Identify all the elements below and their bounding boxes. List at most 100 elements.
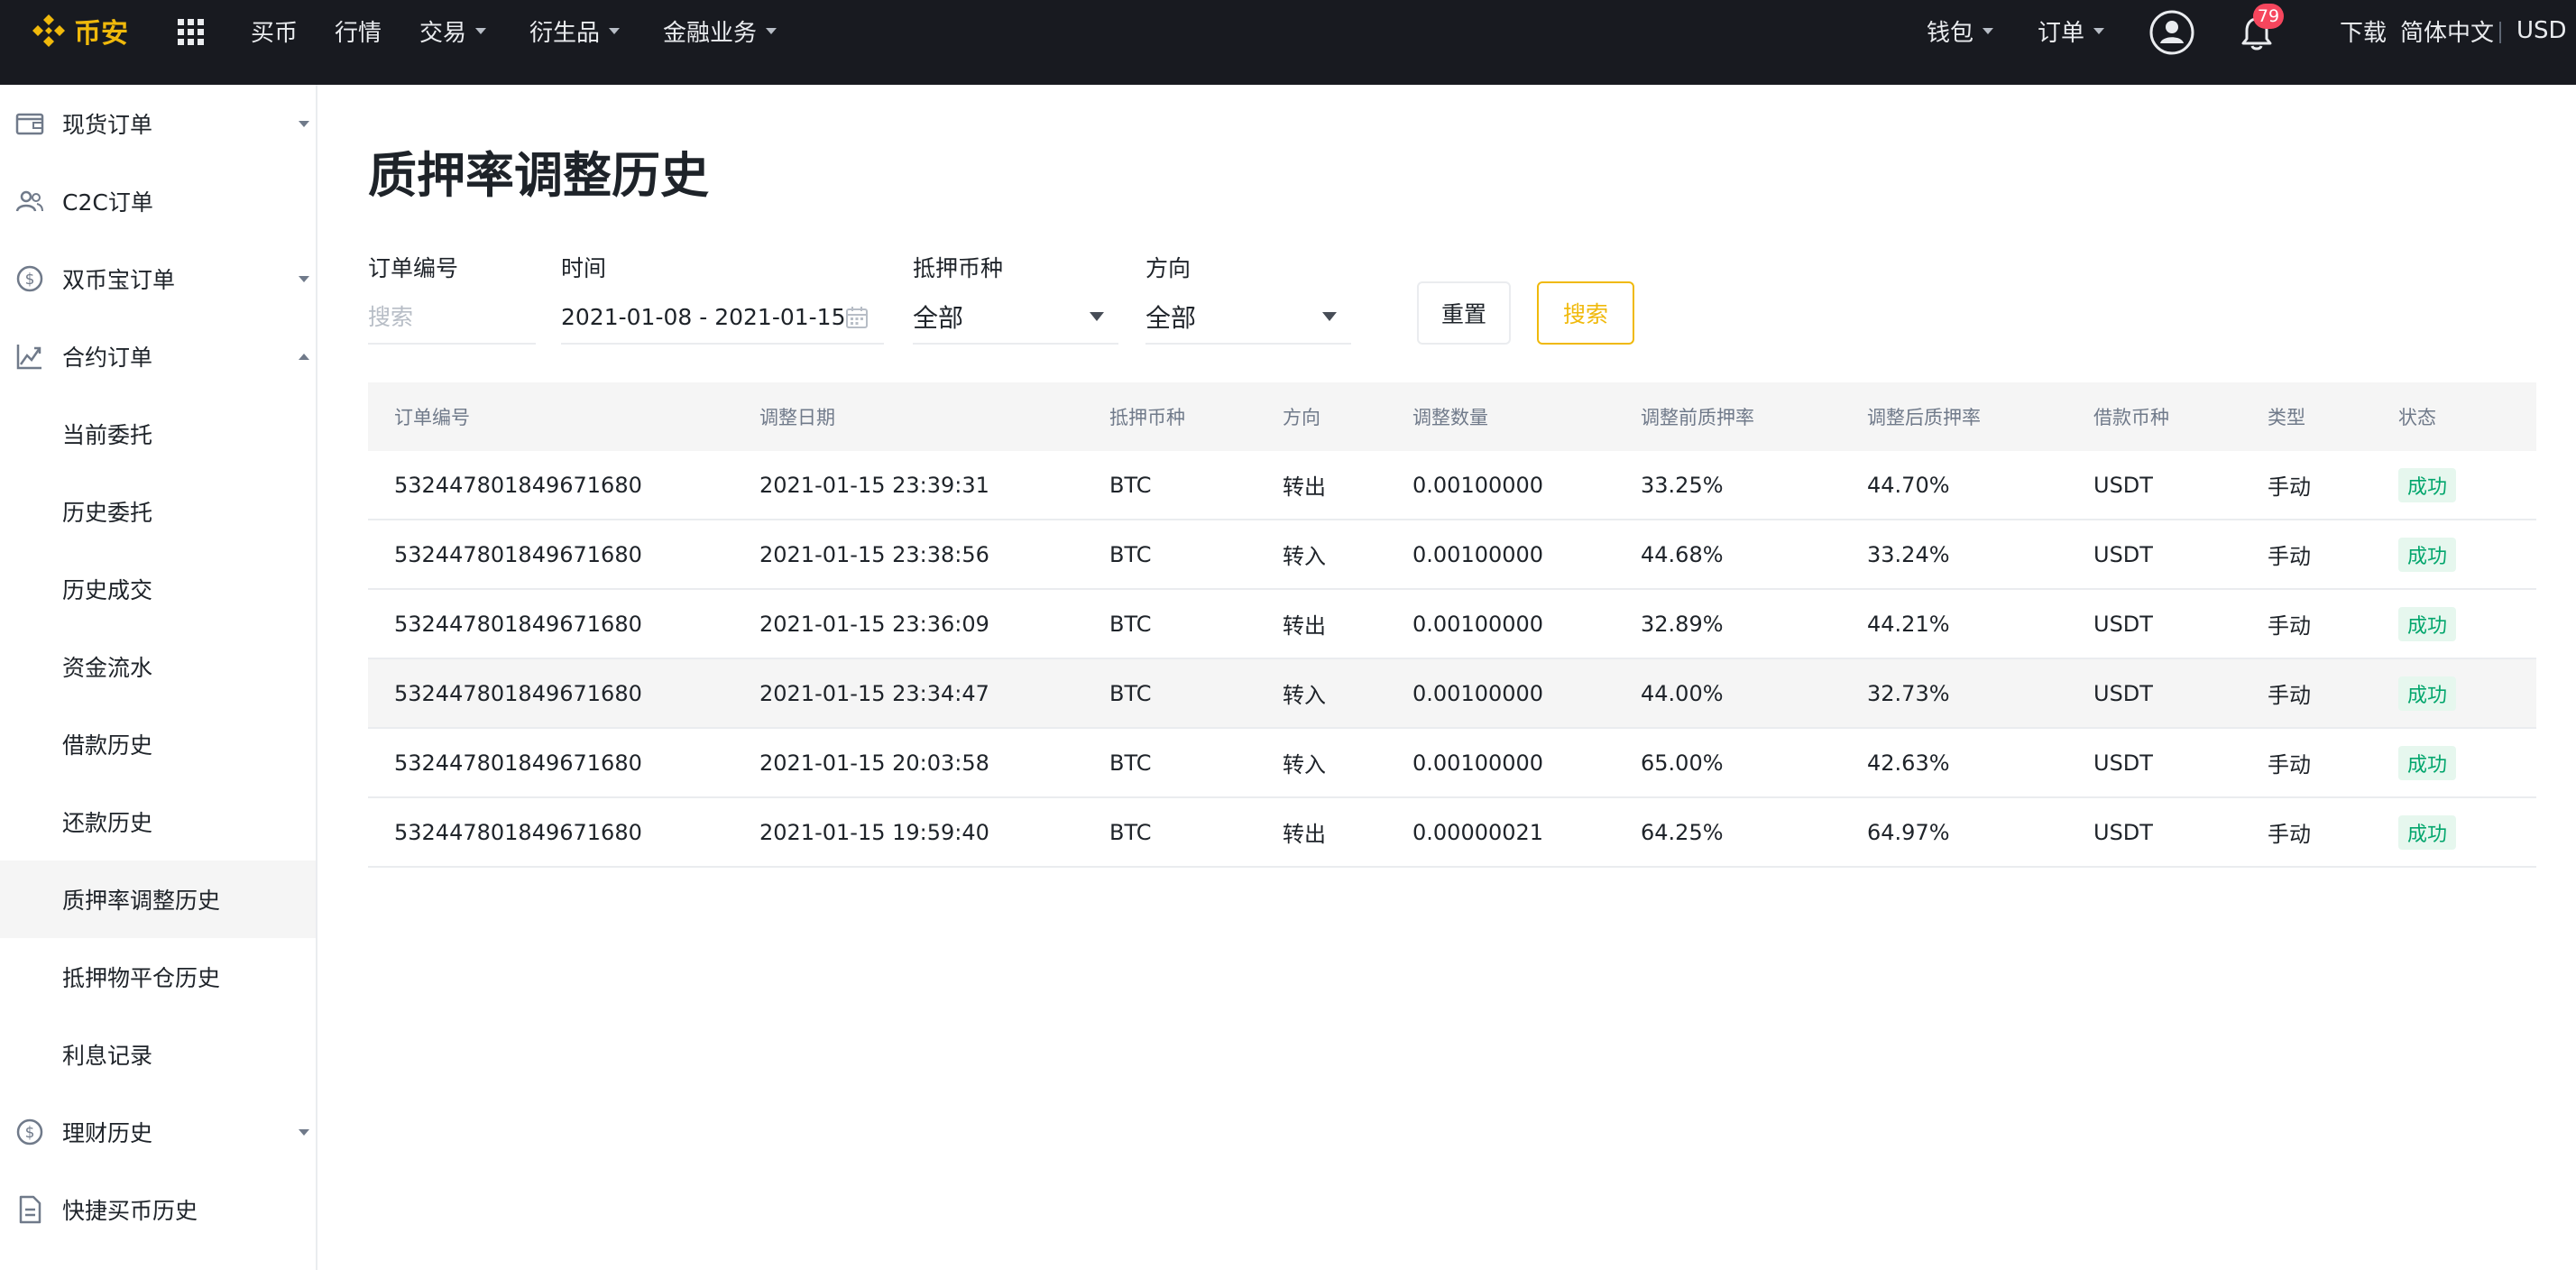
apps-grid-icon[interactable] — [177, 18, 206, 47]
direction-cell: 转出 — [1283, 822, 1326, 847]
order-number-cell: 532447801849671680 — [394, 819, 642, 845]
nav-trade[interactable]: 交易 — [419, 11, 487, 51]
status-badge: 成功 — [2398, 814, 2457, 850]
status-cell: 成功 — [2398, 798, 2457, 866]
table-row[interactable]: 532447801849671680 2021-01-15 23:38:56 B… — [368, 520, 2536, 590]
sidebar-item-label: 双币宝订单 — [62, 267, 176, 293]
status-badge: 成功 — [2398, 676, 2457, 711]
amount-cell: 0.00000021 — [1412, 819, 1544, 845]
type-cell: 手动 — [2268, 544, 2311, 569]
date-cell: 2021-01-15 19:59:40 — [759, 819, 989, 845]
nav-label: USD — [2516, 17, 2567, 44]
search-button[interactable]: 搜索 — [1537, 281, 1634, 345]
sidebar-item-dual-investment-orders[interactable]: $ 双币宝订单 — [0, 240, 316, 318]
nav-download[interactable]: 下载 — [2340, 11, 2387, 51]
loan-coin-cell: USDT — [2093, 541, 2153, 567]
direction-label: 方向 — [1145, 255, 1191, 281]
type-cell: 手动 — [2268, 822, 2311, 847]
sidebar-item-open-orders[interactable]: 当前委托 — [0, 395, 316, 473]
ltv-history-table: 订单编号 调整日期 抵押币种 方向 调整数量 调整前质押率 调整后质押率 借款币… — [368, 382, 2536, 868]
sidebar-item-label: 现货订单 — [62, 112, 153, 138]
nav-orders[interactable]: 订单 — [2038, 11, 2105, 51]
table-row[interactable]: 532447801849671680 2021-01-15 20:03:58 B… — [368, 729, 2536, 798]
sidebar-item-spot-orders[interactable]: 现货订单 — [0, 85, 316, 162]
sidebar-item-borrow-history[interactable]: 借款历史 — [0, 705, 316, 783]
status-badge: 成功 — [2398, 606, 2457, 641]
sidebar-item-funding-flow[interactable]: 资金流水 — [0, 628, 316, 705]
status-cell: 成功 — [2398, 451, 2457, 519]
ltv-after-cell: 42.63% — [1867, 750, 1950, 776]
nav-markets[interactable]: 行情 — [335, 11, 382, 51]
sidebar-item-futures-orders[interactable]: 合约订单 — [0, 318, 316, 395]
nav-language[interactable]: 简体中文 — [2400, 11, 2494, 51]
nav-currency[interactable]: USD — [2516, 11, 2567, 51]
sidebar-item-order-history[interactable]: 历史委托 — [0, 473, 316, 550]
date-cell: 2021-01-15 23:36:09 — [759, 611, 989, 637]
sidebar-item-quick-buy-history[interactable]: 快捷买币历史 — [0, 1171, 316, 1248]
table-row[interactable]: 532447801849671680 2021-01-15 19:59:40 B… — [368, 798, 2536, 868]
ltv-before-cell: 44.68% — [1641, 541, 1724, 567]
sidebar-item-repayment-history[interactable]: 还款历史 — [0, 783, 316, 860]
document-icon — [19, 1195, 41, 1224]
sidebar-item-earn-history[interactable]: $ 理财历史 — [0, 1093, 316, 1171]
status-cell: 成功 — [2398, 520, 2457, 588]
amount-cell: 0.00100000 — [1412, 750, 1544, 776]
nav-label: 简体中文 — [2400, 19, 2495, 47]
type-cell: 手动 — [2268, 613, 2311, 639]
calendar-icon — [846, 307, 868, 328]
collateral-coin-cell: BTC — [1109, 750, 1152, 776]
logo[interactable]: 币安 — [29, 11, 128, 51]
sidebar-item-ltv-adjustment-history[interactable]: 质押率调整历史 — [0, 860, 316, 938]
date-cell: 2021-01-15 20:03:58 — [759, 750, 989, 776]
nav-finance[interactable]: 金融业务 — [663, 11, 777, 51]
nav-label: 订单 — [2038, 19, 2085, 47]
account-icon[interactable] — [2148, 9, 2195, 56]
nav-wallet[interactable]: 钱包 — [1927, 11, 1994, 51]
chevron-down-icon — [2093, 27, 2105, 34]
sidebar-item-liquidation-history[interactable]: 抵押物平仓历史 — [0, 938, 316, 1016]
status-badge: 成功 — [2398, 537, 2457, 572]
order-number-cell: 532447801849671680 — [394, 472, 642, 498]
table-row[interactable]: 532447801849671680 2021-01-15 23:34:47 B… — [368, 659, 2536, 729]
collateral-coin-select[interactable]: 全部 — [913, 290, 1118, 345]
ltv-after-cell: 64.97% — [1867, 819, 1950, 845]
order-number-input[interactable] — [368, 303, 536, 330]
direction-cell: 转入 — [1283, 683, 1326, 708]
sidebar: 现货订单 C2C订单 $ 双币宝订单 合约订单 当前委托 历史委托 历史成交 资… — [0, 85, 317, 1270]
date-cell: 2021-01-15 23:34:47 — [759, 680, 989, 706]
amount-cell: 0.00100000 — [1412, 541, 1544, 567]
direction-select[interactable]: 全部 — [1145, 290, 1351, 345]
date-range-picker[interactable]: 2021-01-08 - 2021-01-15 — [561, 290, 884, 345]
order-number-label: 订单编号 — [368, 255, 459, 281]
nav-derivatives[interactable]: 衍生品 — [529, 11, 621, 51]
chevron-down-icon — [475, 27, 487, 34]
status-badge: 成功 — [2398, 745, 2457, 780]
collateral-coin-cell: BTC — [1109, 680, 1152, 706]
column-header: 类型 — [2268, 407, 2305, 428]
ltv-before-cell: 65.00% — [1641, 750, 1724, 776]
table-row[interactable]: 532447801849671680 2021-01-15 23:36:09 B… — [368, 590, 2536, 659]
reset-button[interactable]: 重置 — [1417, 281, 1511, 345]
table-header: 订单编号 调整日期 抵押币种 方向 调整数量 调整前质押率 调整后质押率 借款币… — [368, 382, 2536, 451]
users-icon — [15, 190, 43, 212]
page-title: 质押率调整历史 — [368, 147, 709, 204]
sidebar-item-c2c-orders[interactable]: C2C订单 — [0, 162, 316, 240]
time-label: 时间 — [561, 255, 607, 281]
sidebar-item-trade-history[interactable]: 历史成交 — [0, 550, 316, 628]
direction-value: 全部 — [1145, 303, 1197, 333]
type-cell: 手动 — [2268, 474, 2311, 500]
nav-buy-crypto[interactable]: 买币 — [251, 11, 298, 51]
column-header: 借款币种 — [2093, 407, 2169, 428]
sidebar-item-interest-records[interactable]: 利息记录 — [0, 1016, 316, 1093]
ltv-after-cell: 44.70% — [1867, 472, 1950, 498]
column-header: 抵押币种 — [1109, 407, 1185, 428]
chevron-down-icon — [766, 27, 777, 34]
sidebar-item-label: 抵押物平仓历史 — [62, 965, 221, 991]
loan-coin-cell: USDT — [2093, 611, 2153, 637]
amount-cell: 0.00100000 — [1412, 472, 1544, 498]
sidebar-item-label: 当前委托 — [62, 422, 153, 448]
binance-logo-icon — [32, 14, 65, 47]
loan-coin-cell: USDT — [2093, 472, 2153, 498]
table-row[interactable]: 532447801849671680 2021-01-15 23:39:31 B… — [368, 451, 2536, 520]
dollar-circle-icon: $ — [16, 265, 43, 292]
